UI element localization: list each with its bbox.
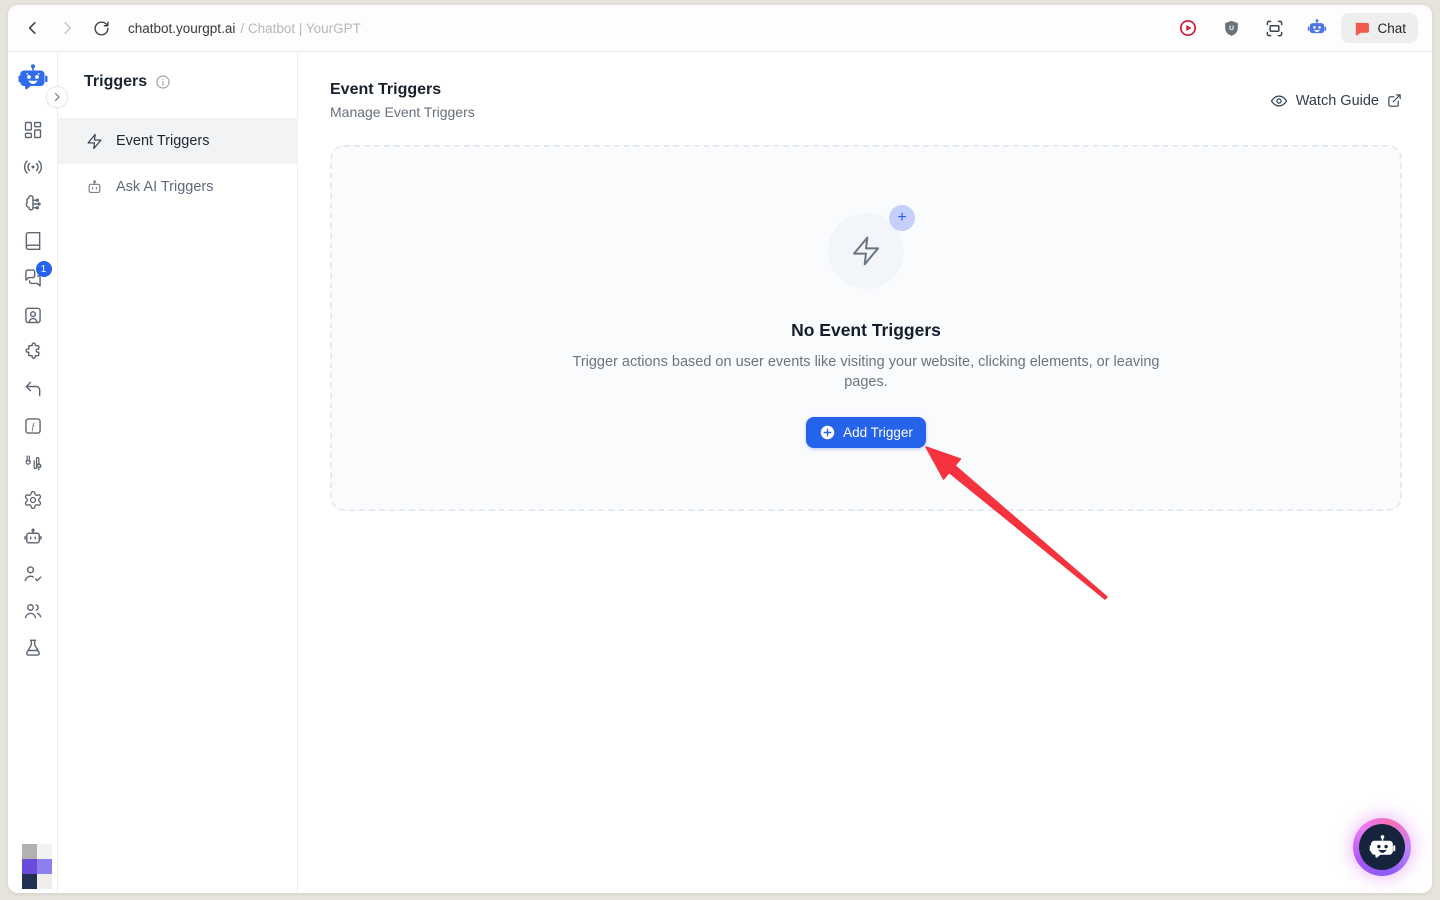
function-glyph: f bbox=[31, 422, 35, 433]
labs-flask-icon[interactable] bbox=[23, 638, 43, 658]
back-button[interactable] bbox=[18, 13, 48, 43]
contacts-icon[interactable] bbox=[23, 305, 43, 325]
url-page-title: / Chatbot | YourGPT bbox=[240, 21, 361, 36]
icon-rail: 1 f bbox=[8, 52, 58, 893]
screenshot-frame-icon[interactable] bbox=[1259, 13, 1289, 43]
dashboard-icon[interactable] bbox=[23, 120, 43, 140]
yourgpt-logo[interactable] bbox=[18, 63, 48, 93]
browser-window: chatbot.yourgpt.ai/ Chatbot | YourGPT U … bbox=[8, 5, 1432, 893]
panel-item-event-triggers[interactable]: Event Triggers bbox=[58, 118, 297, 164]
panel-item-label: Event Triggers bbox=[116, 133, 210, 149]
functions-icon[interactable]: f bbox=[23, 416, 43, 436]
info-icon[interactable] bbox=[155, 74, 171, 90]
watch-guide-link[interactable]: Watch Guide bbox=[1270, 92, 1402, 110]
sidebar-collapse-button[interactable] bbox=[46, 86, 68, 108]
panel-item-ask-ai-triggers[interactable]: Ask AI Triggers bbox=[58, 164, 297, 210]
chat-bubble-icon bbox=[1353, 20, 1370, 37]
address-bar[interactable]: chatbot.yourgpt.ai / Chatbot | YourGPT bbox=[128, 21, 361, 36]
corner-color-swatches bbox=[22, 844, 52, 889]
corner-swatch-2 bbox=[22, 859, 37, 874]
team-users-icon[interactable] bbox=[23, 601, 43, 621]
agents-user-check-icon[interactable] bbox=[23, 564, 43, 584]
external-link-icon bbox=[1387, 93, 1402, 108]
plus-badge: + bbox=[889, 205, 915, 231]
plus-circle-icon bbox=[819, 424, 836, 441]
forward-button[interactable] bbox=[52, 13, 82, 43]
chats-icon-wrap[interactable]: 1 bbox=[23, 268, 43, 288]
corner-swatch-1 bbox=[37, 844, 52, 859]
robot-extension-icon[interactable] bbox=[1302, 13, 1332, 43]
unread-count-badge: 1 bbox=[36, 261, 52, 277]
empty-state-card: + No Event Triggers Trigger actions base… bbox=[330, 145, 1402, 511]
empty-state-title: No Event Triggers bbox=[791, 320, 941, 341]
chat-extension-button[interactable]: Chat bbox=[1341, 13, 1418, 43]
browser-toolbar: chatbot.yourgpt.ai/ Chatbot | YourGPT U … bbox=[8, 5, 1432, 52]
bot-icon bbox=[86, 179, 103, 196]
panel-title: Triggers bbox=[84, 73, 147, 91]
zap-icon bbox=[86, 133, 103, 150]
url-domain: chatbot.yourgpt.ai bbox=[128, 21, 235, 36]
corner-swatch-4 bbox=[22, 874, 37, 889]
chatbot-icon[interactable] bbox=[23, 527, 43, 547]
empty-state-illustration: + bbox=[828, 213, 904, 289]
zap-icon bbox=[850, 235, 882, 267]
chatbot-widget-button[interactable] bbox=[1353, 818, 1411, 876]
reload-button[interactable] bbox=[86, 13, 116, 43]
empty-state-description: Trigger actions based on user events lik… bbox=[566, 352, 1166, 393]
share-reply-icon[interactable] bbox=[23, 379, 43, 399]
page-title: Event Triggers bbox=[330, 80, 475, 99]
eye-icon bbox=[1270, 92, 1288, 110]
ai-brain-icon[interactable] bbox=[23, 194, 43, 214]
integrations-puzzle-icon[interactable] bbox=[23, 342, 43, 362]
record-extension-icon[interactable] bbox=[1173, 13, 1203, 43]
panel-item-label: Ask AI Triggers bbox=[116, 179, 214, 195]
corner-swatch-3 bbox=[37, 859, 52, 874]
triggers-panel: Triggers Event Triggers Ask AI Triggers bbox=[58, 52, 298, 893]
settings-gear-icon[interactable] bbox=[23, 490, 43, 510]
robot-face-icon bbox=[1369, 834, 1396, 861]
shield-glyph: U bbox=[1229, 24, 1234, 31]
chat-button-label: Chat bbox=[1377, 21, 1406, 36]
connections-cable-icon[interactable] bbox=[23, 453, 43, 473]
main-content: Event Triggers Manage Event Triggers Wat… bbox=[298, 52, 1432, 893]
watch-guide-label: Watch Guide bbox=[1296, 93, 1379, 109]
chatbot-widget-face bbox=[1359, 824, 1405, 870]
corner-swatch-0 bbox=[22, 844, 37, 859]
broadcast-icon[interactable] bbox=[23, 157, 43, 177]
add-trigger-button[interactable]: Add Trigger bbox=[806, 417, 926, 448]
corner-swatch-5 bbox=[37, 874, 52, 889]
add-trigger-label: Add Trigger bbox=[843, 425, 913, 440]
knowledge-book-icon[interactable] bbox=[23, 231, 43, 251]
adblock-shield-icon[interactable]: U bbox=[1216, 13, 1246, 43]
page-subtitle: Manage Event Triggers bbox=[330, 103, 475, 121]
